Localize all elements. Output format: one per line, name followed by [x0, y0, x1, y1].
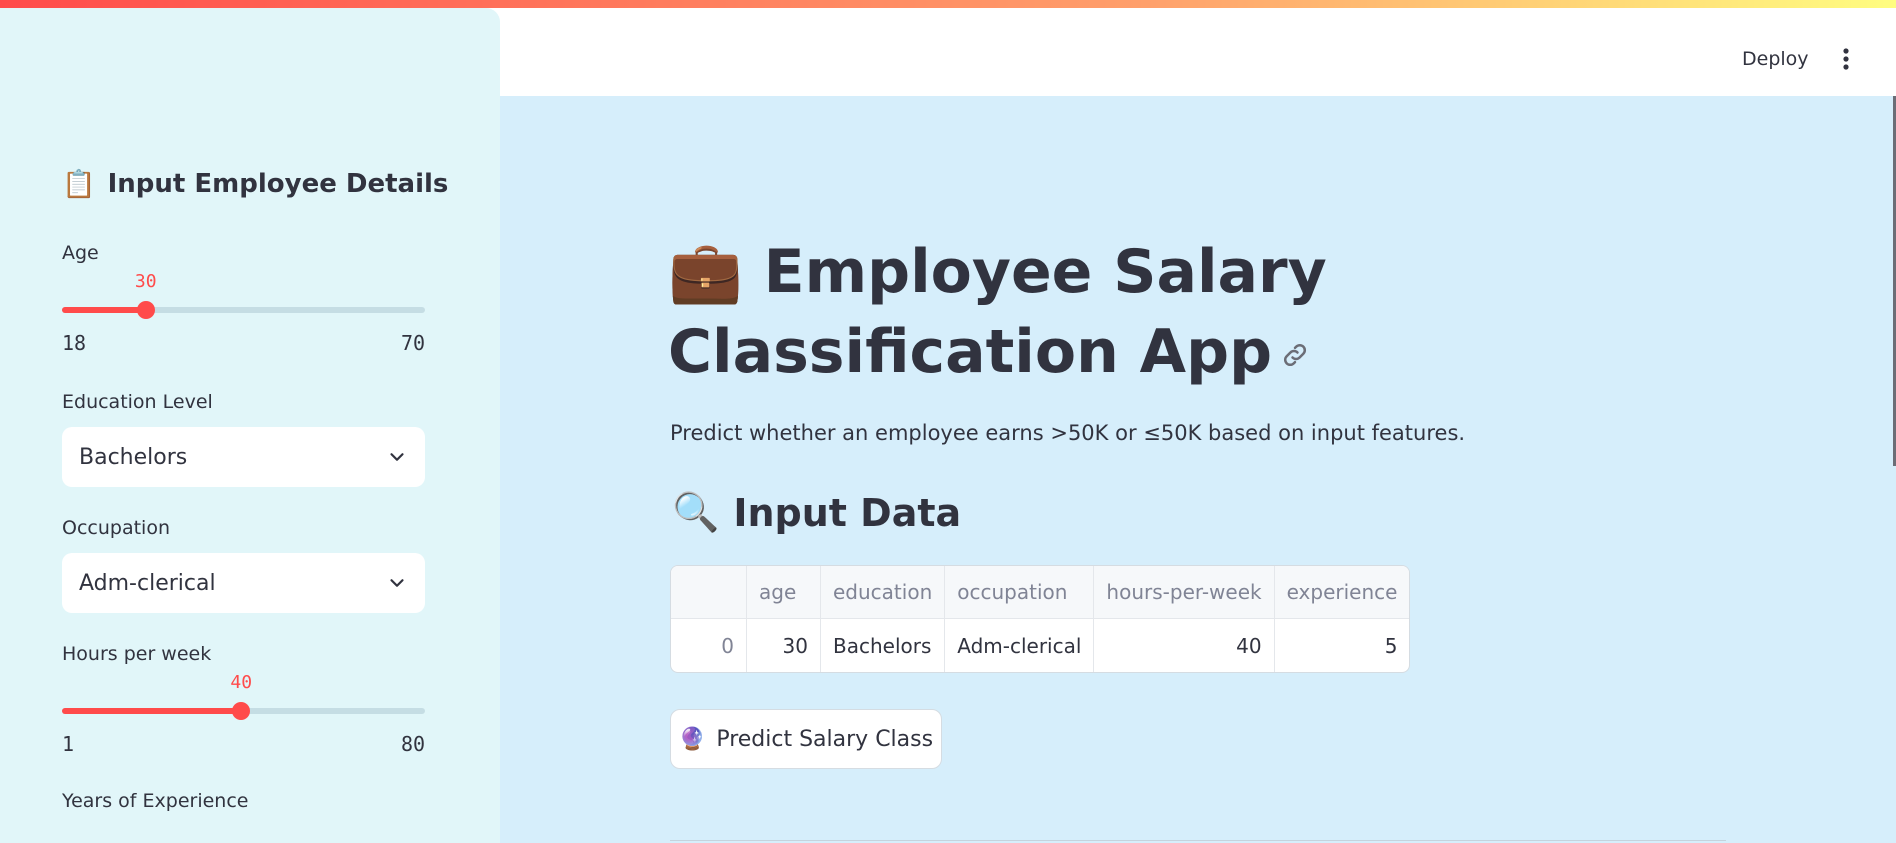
clipboard-icon: 📋 [62, 169, 96, 200]
input-data-table[interactable]: age education occupation hours-per-week … [670, 565, 1411, 673]
crystal-ball-icon: 🔮 [678, 726, 707, 752]
table-header-hours[interactable]: hours-per-week [1094, 566, 1275, 619]
age-slider[interactable]: 30 [62, 271, 425, 319]
briefcase-icon: 💼 [668, 237, 743, 307]
table-header-education[interactable]: education [821, 566, 946, 619]
occupation-label: Occupation [62, 517, 170, 539]
vertical-ellipsis-icon[interactable] [1836, 46, 1856, 72]
hours-slider-fill [62, 708, 242, 714]
hours-min-label: 1 [62, 732, 75, 756]
table-cell-occupation[interactable]: Adm-clerical [945, 619, 1095, 672]
table-header-index[interactable] [671, 566, 747, 619]
sidebar-title-text: Input Employee Details [107, 169, 449, 199]
link-icon[interactable] [1280, 340, 1310, 370]
education-select[interactable]: Bachelors [62, 427, 425, 487]
education-select-value: Bachelors [79, 444, 188, 470]
section-title: 🔍 Input Data [672, 490, 961, 535]
age-slider-value: 30 [134, 271, 157, 292]
experience-label: Years of Experience [62, 790, 249, 812]
age-label: Age [62, 242, 99, 264]
table-header-experience[interactable]: experience [1274, 566, 1410, 619]
age-slider-fill [62, 307, 146, 313]
predict-button-label: Predict Salary Class [716, 726, 934, 752]
occupation-select[interactable]: Adm-clerical [62, 553, 425, 613]
chevron-down-icon [390, 453, 404, 461]
occupation-select-value: Adm-clerical [79, 570, 216, 596]
top-decoration-stripe [0, 0, 1896, 8]
hours-max-label: 80 [401, 732, 426, 756]
table-header-age[interactable]: age [747, 566, 821, 619]
hours-slider[interactable]: 40 [62, 672, 425, 720]
page-title: 💼 Employee Salary Classification App [668, 232, 1768, 392]
divider [670, 840, 1726, 841]
predict-salary-button[interactable]: 🔮 Predict Salary Class [670, 709, 942, 769]
deploy-button[interactable]: Deploy [1742, 48, 1809, 70]
hours-label: Hours per week [62, 643, 212, 665]
table-cell-experience[interactable]: 5 [1275, 619, 1410, 672]
table-cell-age[interactable]: 30 [747, 619, 821, 672]
sidebar: 📋 Input Employee Details Age 30 18 70 Ed… [0, 8, 500, 843]
table-cell-index[interactable]: 0 [671, 619, 747, 672]
hours-slider-value: 40 [230, 672, 253, 693]
section-title-text: Input Data [733, 490, 962, 535]
age-min-label: 18 [62, 331, 87, 355]
table-header-occupation[interactable]: occupation [945, 566, 1095, 619]
hours-slider-thumb[interactable] [232, 702, 251, 720]
chevron-down-icon [390, 579, 404, 587]
magnifier-icon: 🔍 [672, 490, 720, 534]
table-header-row: age education occupation hours-per-week … [671, 566, 1410, 619]
age-max-label: 70 [401, 331, 426, 355]
table-cell-hours[interactable]: 40 [1094, 619, 1275, 672]
page-title-text: Employee Salary Classification App [668, 237, 1327, 387]
table-row: 0 30 Bachelors Adm-clerical 40 5 [671, 619, 1409, 672]
sidebar-title: 📋 Input Employee Details [62, 168, 448, 200]
education-label: Education Level [62, 391, 213, 413]
app-header [500, 8, 1896, 96]
table-cell-education[interactable]: Bachelors [821, 619, 946, 672]
page-subtitle: Predict whether an employee earns >50K o… [670, 421, 1466, 445]
age-slider-thumb[interactable] [136, 301, 155, 319]
